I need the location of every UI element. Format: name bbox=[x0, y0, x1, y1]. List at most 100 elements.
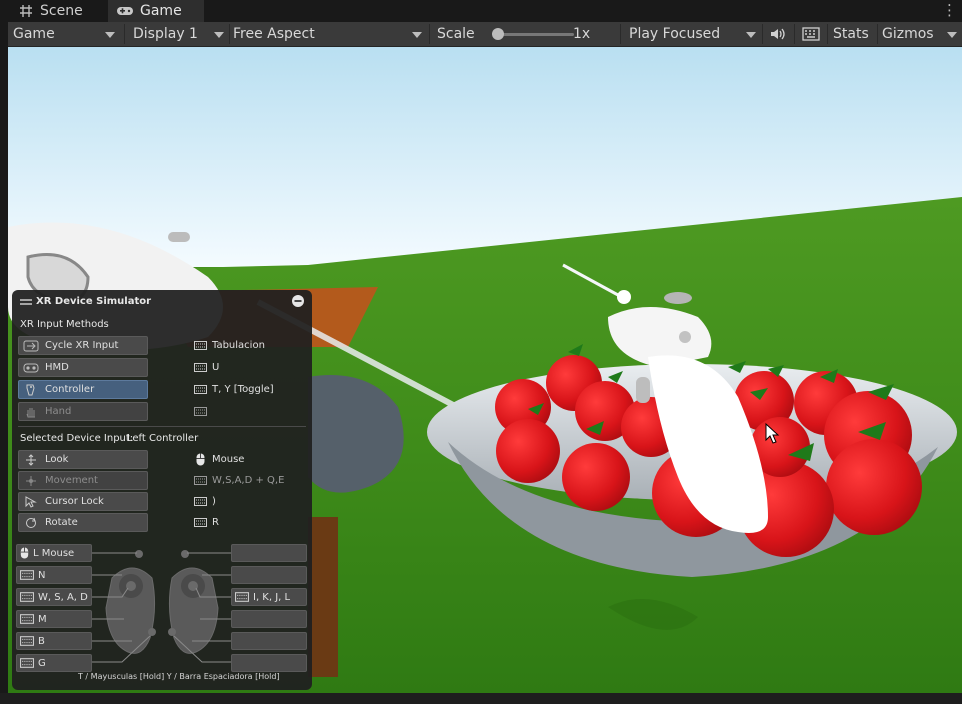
look-key: Mouse bbox=[212, 454, 245, 465]
mouse-icon bbox=[196, 453, 205, 466]
cursor-lock-icon bbox=[25, 495, 37, 508]
divider bbox=[124, 24, 125, 44]
aspect-dropdown[interactable]: Free Aspect bbox=[233, 22, 315, 46]
game-view-dropdown[interactable]: Game bbox=[13, 22, 55, 46]
mapping-label: M bbox=[38, 613, 47, 625]
tab-game[interactable]: Game bbox=[108, 0, 204, 22]
hmd-label: HMD bbox=[45, 362, 69, 373]
keyboard-icon bbox=[194, 476, 207, 485]
methods-heading: XR Input Methods bbox=[20, 319, 109, 330]
movement-key: W,S,A,D + Q,E bbox=[212, 475, 285, 486]
rotate-button[interactable]: Rotate bbox=[18, 513, 148, 532]
mapping-l-mouse[interactable]: L Mouse bbox=[16, 544, 92, 562]
rotate-icon bbox=[26, 517, 36, 528]
chevron-down-icon bbox=[412, 32, 422, 38]
keyboard-icon bbox=[235, 592, 249, 602]
mapping-right-slot[interactable] bbox=[231, 544, 307, 562]
scale-value: 1x bbox=[573, 26, 591, 42]
gizmos-button[interactable]: Gizmos bbox=[882, 22, 934, 46]
hmd-icon bbox=[23, 363, 39, 372]
mapping-n[interactable]: N bbox=[16, 566, 92, 584]
cycle-xr-input-button[interactable]: Cycle XR Input bbox=[18, 336, 148, 355]
look-button[interactable]: Look bbox=[18, 450, 148, 469]
hand-button[interactable]: Hand bbox=[18, 402, 148, 421]
keyboard-icon[interactable] bbox=[802, 27, 820, 41]
status-strip bbox=[0, 693, 962, 704]
divider bbox=[229, 24, 230, 44]
tab-game-label: Game bbox=[140, 3, 182, 19]
gamepad-icon bbox=[117, 7, 133, 15]
hmd-key: U bbox=[212, 362, 220, 373]
keyboard-icon bbox=[20, 636, 34, 646]
more-options-icon[interactable]: ⋮ bbox=[942, 0, 957, 22]
mapping-right-slot[interactable] bbox=[231, 610, 307, 628]
movement-button[interactable]: Movement bbox=[18, 471, 148, 490]
stats-button[interactable]: Stats bbox=[833, 22, 869, 46]
scale-slider-handle[interactable] bbox=[492, 28, 504, 40]
keyboard-icon bbox=[194, 518, 207, 527]
cursor-lock-button[interactable]: Cursor Lock bbox=[18, 492, 148, 511]
keyboard-icon bbox=[194, 407, 207, 416]
game-view-label: Game bbox=[13, 26, 55, 42]
divider bbox=[429, 24, 430, 44]
movement-icon bbox=[26, 475, 36, 486]
tab-scene[interactable]: Scene bbox=[18, 0, 83, 22]
cursor-lock-key: ) bbox=[212, 496, 216, 507]
hmd-button[interactable]: HMD bbox=[18, 358, 148, 377]
chevron-down-icon bbox=[746, 32, 756, 38]
collapse-icon[interactable] bbox=[292, 295, 304, 307]
mapping-wsad[interactable]: W, S, A, D bbox=[16, 588, 92, 606]
mapping-ikjl[interactable]: I, K, J, L bbox=[231, 588, 307, 606]
keyboard-icon bbox=[20, 614, 34, 624]
keyboard-icon bbox=[194, 341, 207, 350]
mapping-right-slot[interactable] bbox=[231, 632, 307, 650]
tab-scene-label: Scene bbox=[40, 3, 83, 19]
tab-bar: Scene Game ⋮ bbox=[0, 0, 962, 22]
controller-icon bbox=[26, 384, 35, 395]
cursor-lock-label: Cursor Lock bbox=[45, 496, 104, 507]
mapping-g[interactable]: G bbox=[16, 654, 92, 672]
controller-label: Controller bbox=[45, 384, 95, 395]
display-dropdown[interactable]: Display 1 bbox=[133, 22, 198, 46]
play-mode-dropdown[interactable]: Play Focused bbox=[629, 22, 720, 46]
drag-handle-icon[interactable] bbox=[20, 298, 32, 306]
hmd-knob bbox=[168, 232, 190, 242]
divider bbox=[18, 426, 306, 427]
chevron-down-icon bbox=[105, 32, 115, 38]
mapping-right-slot[interactable] bbox=[231, 566, 307, 584]
controller-mapping-diagram bbox=[92, 550, 232, 663]
cycle-xr-input-key: Tabulacion bbox=[212, 340, 265, 351]
aspect-label: Free Aspect bbox=[233, 26, 315, 42]
mapping-label: G bbox=[38, 657, 46, 669]
keyboard-icon bbox=[194, 497, 207, 506]
chevron-down-icon bbox=[214, 32, 224, 38]
cycle-icon bbox=[23, 340, 39, 351]
selected-device-input-label: Selected Device Input: bbox=[20, 433, 134, 444]
mapping-label: L Mouse bbox=[33, 547, 75, 559]
divider bbox=[827, 24, 828, 44]
keyboard-icon bbox=[194, 385, 207, 394]
hand-label: Hand bbox=[45, 406, 72, 417]
hand-icon bbox=[26, 407, 35, 417]
divider bbox=[762, 24, 763, 44]
controller-button[interactable]: Controller bbox=[18, 380, 148, 399]
play-mode-label: Play Focused bbox=[629, 26, 721, 42]
controller-key: T, Y [Toggle] bbox=[212, 384, 274, 395]
divider bbox=[877, 24, 878, 44]
divider bbox=[794, 24, 795, 44]
panel-title: XR Device Simulator bbox=[36, 296, 152, 307]
divider bbox=[620, 24, 621, 44]
mapping-label: W, S, A, D bbox=[38, 591, 88, 603]
mouse-icon bbox=[20, 547, 29, 559]
scale-slider-track[interactable] bbox=[498, 33, 574, 36]
keyboard-icon bbox=[20, 658, 34, 668]
look-label: Look bbox=[45, 454, 69, 465]
keyboard-icon bbox=[194, 363, 207, 372]
mapping-right-slot[interactable] bbox=[231, 654, 307, 672]
audio-icon[interactable] bbox=[770, 27, 786, 41]
table-leg bbox=[308, 517, 338, 677]
mapping-b[interactable]: B bbox=[16, 632, 92, 650]
mapping-label: B bbox=[38, 635, 45, 647]
mapping-m[interactable]: M bbox=[16, 610, 92, 628]
rotate-key: R bbox=[212, 517, 219, 528]
